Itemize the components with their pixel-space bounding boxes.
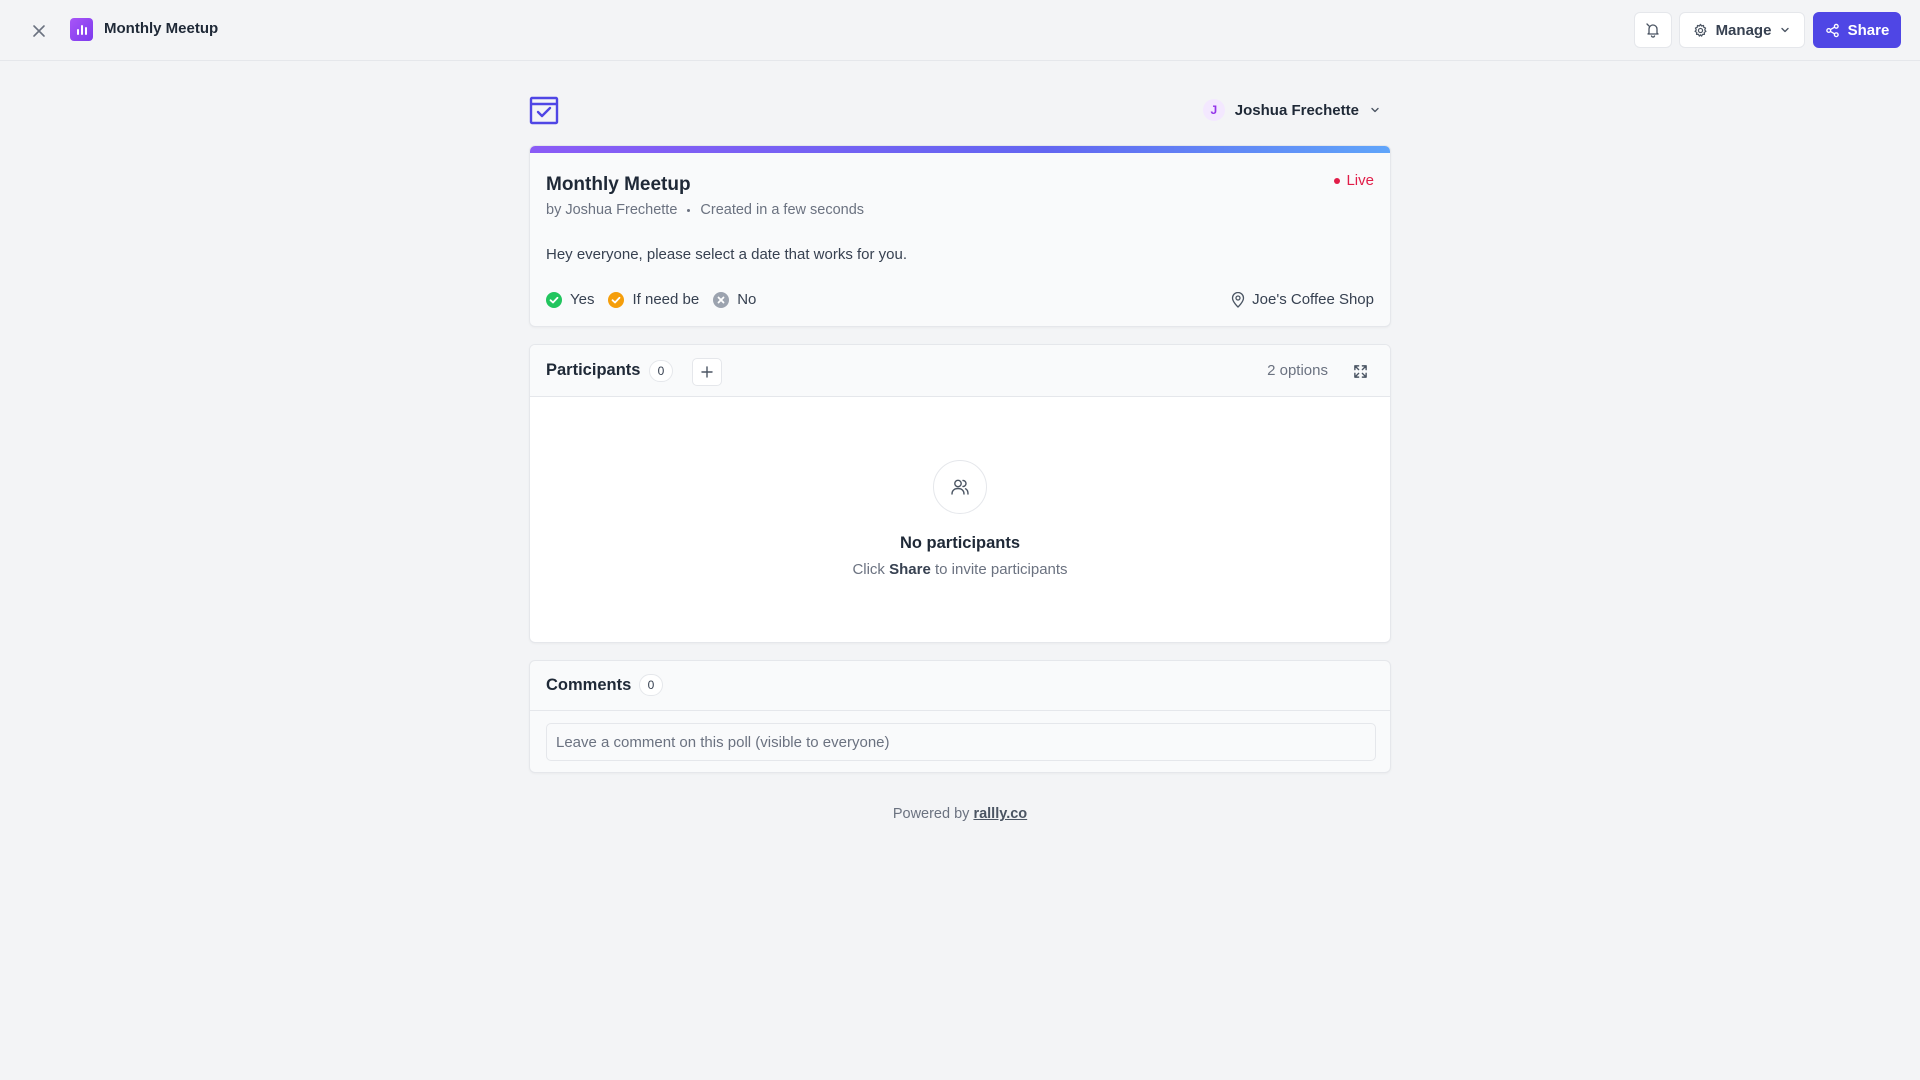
- share-button[interactable]: Share: [1813, 12, 1901, 48]
- users-icon: [951, 479, 969, 495]
- participants-count-badge: 0: [649, 360, 673, 382]
- share-icon: [1825, 23, 1839, 37]
- participants-title: Participants: [546, 361, 641, 379]
- legend-yes: Yes: [546, 291, 594, 308]
- comments-header: Comments 0: [530, 661, 1390, 711]
- empty-sub-share: Share: [889, 561, 931, 578]
- comments-title: Comments: [546, 676, 632, 694]
- poll-meta: by Joshua Frechette Created in a few sec…: [546, 202, 864, 218]
- live-dot-icon: [1334, 177, 1341, 184]
- check-circle-icon: [546, 291, 562, 308]
- gradient-bar: [530, 146, 1390, 153]
- x-circle-icon: [713, 291, 730, 308]
- poll-location: Joe's Coffee Shop: [1231, 291, 1374, 308]
- comments-card: Comments 0: [529, 660, 1391, 773]
- poll-author: by Joshua Frechette: [546, 202, 678, 218]
- poll-title: Monthly Meetup: [546, 174, 691, 195]
- user-name: Joshua Frechette: [1234, 101, 1359, 119]
- user-menu[interactable]: J Joshua Frechette: [1202, 99, 1381, 121]
- manage-button[interactable]: Manage: [1679, 12, 1805, 48]
- chevron-down-icon: [1781, 27, 1790, 33]
- calendar-check-icon: [529, 96, 559, 125]
- empty-state-icon-wrap: [933, 460, 987, 514]
- empty-sub-post: to invite participants: [934, 561, 1068, 578]
- manage-label: Manage: [1715, 21, 1772, 39]
- plus-icon: [701, 366, 713, 378]
- avatar: J: [1202, 99, 1225, 121]
- legend-if-need-be-label: If need be: [632, 291, 700, 308]
- legend-no-label: No: [737, 291, 757, 308]
- add-participant-button[interactable]: [692, 358, 722, 386]
- rallly-link[interactable]: rallly.co: [973, 806, 1027, 822]
- empty-sub-pre: Click: [852, 561, 885, 578]
- poll-chart-icon: [70, 18, 93, 41]
- powered-by-label: Powered by: [892, 806, 970, 822]
- empty-state-title: No participants: [899, 534, 1021, 552]
- expand-button[interactable]: [1350, 361, 1370, 381]
- close-button[interactable]: [26, 18, 52, 44]
- bell-off-icon: [1646, 23, 1659, 38]
- close-icon: [33, 25, 45, 37]
- options-count: 2 options: [1267, 362, 1328, 379]
- expand-icon: [1353, 364, 1367, 378]
- separator-dot: [687, 208, 691, 212]
- vote-legend: Yes If need be No: [546, 291, 756, 308]
- chevron-down-icon: [1371, 107, 1379, 113]
- legend-no: No: [713, 291, 756, 308]
- participants-card: Participants 0 2 options No participants…: [529, 344, 1391, 643]
- location-label: Joe's Coffee Shop: [1252, 291, 1374, 308]
- app-title: Monthly Meetup: [104, 20, 219, 37]
- legend-yes-label: Yes: [570, 291, 595, 308]
- poll-description: Hey everyone, please select a date that …: [546, 246, 908, 263]
- share-label: Share: [1847, 21, 1890, 39]
- map-pin-icon: [1232, 291, 1245, 308]
- gear-icon: [1694, 23, 1707, 37]
- comment-input[interactable]: [546, 723, 1376, 761]
- legend-if-need-be: If need be: [608, 291, 699, 308]
- if-need-be-icon: [608, 291, 625, 308]
- comments-count-badge: 0: [639, 674, 663, 696]
- poll-info-card: Monthly Meetup Live by Joshua Frechette …: [529, 145, 1391, 327]
- poll-created: Created in a few seconds: [700, 202, 865, 218]
- top-bar: Monthly Meetup Manage Share: [0, 0, 1920, 61]
- powered-by: Powered by rallly.co: [529, 806, 1391, 822]
- poll-header-row: J Joshua Frechette: [529, 95, 1391, 127]
- status-badge: Live: [1334, 172, 1374, 189]
- participants-header: Participants 0 2 options: [530, 345, 1390, 397]
- empty-state-subtitle: Click Share to invite participants: [530, 561, 1390, 578]
- notifications-button[interactable]: [1634, 12, 1672, 48]
- status-label: Live: [1346, 172, 1374, 189]
